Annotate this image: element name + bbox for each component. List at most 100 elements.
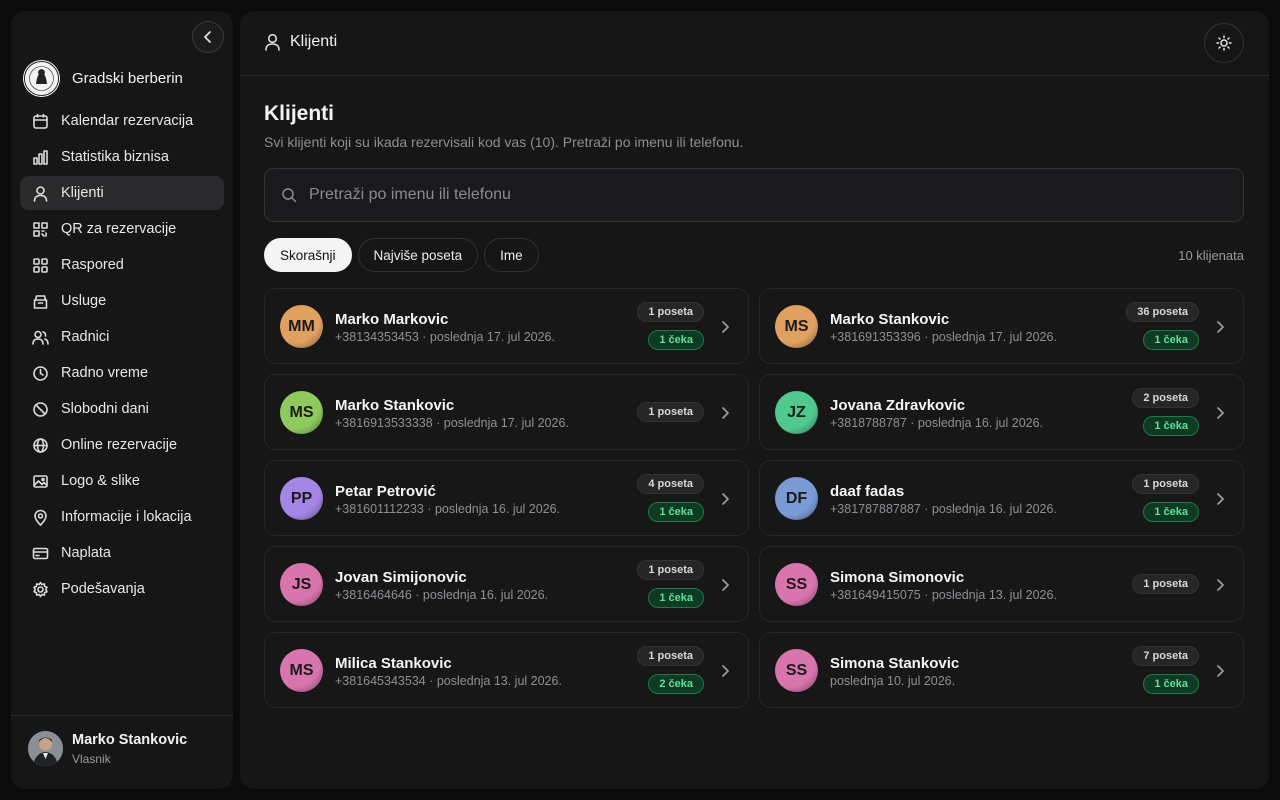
search-input[interactable] <box>309 186 1209 204</box>
user-name: Marko Stankovic <box>72 731 188 748</box>
client-name: Jovana Zdravkovic <box>830 397 966 414</box>
client-meta: +381787887887 · poslednja 16. jul 2026. <box>830 502 1057 516</box>
user-profile[interactable]: Marko Stankovic Vlasnik <box>28 731 187 766</box>
sidebar-item-label: QR za rezervacije <box>61 221 177 237</box>
sidebar-item-statistika-biznisa[interactable]: Statistika biznisa <box>20 140 224 174</box>
brand-name: Gradski berberin <box>72 70 183 87</box>
visits-badge: 36 poseta <box>1126 302 1199 322</box>
sidebar-item-radno-vreme[interactable]: Radno vreme <box>20 356 224 390</box>
sidebar-item-label: Logo & slike <box>61 473 140 489</box>
ban-icon <box>32 401 49 418</box>
chevron-right-icon <box>718 576 732 594</box>
waiting-badge: 1 čeka <box>1143 674 1199 694</box>
client-meta: +38134353453 · poslednja 17. jul 2026. <box>335 330 555 344</box>
client-name: Marko Stankovic <box>830 311 950 328</box>
qr-code-icon <box>32 221 49 238</box>
avatar: MS <box>280 649 323 692</box>
client-meta: +3816913533338 · poslednja 17. jul 2026. <box>335 416 569 430</box>
collapse-sidebar-button[interactable] <box>192 21 224 53</box>
user-role: Vlasnik <box>72 751 111 766</box>
sidebar-item-kalendar-rezervacija[interactable]: Kalendar rezervacija <box>20 104 224 138</box>
tab-most-visits[interactable]: Najviše poseta <box>357 238 479 272</box>
client-card[interactable]: MS Marko Stankovic +3816913533338 · posled… <box>264 374 749 450</box>
waiting-badge: 1 čeka <box>1143 502 1199 522</box>
users-icon <box>32 329 49 346</box>
sidebar-item-qr-za-rezervacije[interactable]: QR za rezervacije <box>20 212 224 246</box>
visits-badge: 1 poseta <box>637 302 704 322</box>
client-badges: 1 poseta 1 čeka <box>624 547 704 621</box>
chevron-right-icon <box>1213 576 1227 594</box>
sidebar-item-online-rezervacije[interactable]: Online rezervacije <box>20 428 224 462</box>
map-pin-icon <box>32 509 49 526</box>
sidebar-item-radnici[interactable]: Radnici <box>20 320 224 354</box>
client-card[interactable]: MS Milica Stankovic +381645343534 · posled… <box>264 632 749 708</box>
top-bar: Klijenti <box>240 11 1269 76</box>
sidebar-item-usluge[interactable]: Usluge <box>20 284 224 318</box>
client-badges: 1 poseta 1 čeka <box>1119 461 1199 535</box>
client-card[interactable]: MM Marko Markovic +38134353453 · poslednja… <box>264 288 749 364</box>
sidebar-item-label: Podešavanja <box>61 581 145 597</box>
sidebar-divider <box>11 715 233 716</box>
client-card[interactable]: DF daaf fadas +381787887887 · poslednja 16… <box>759 460 1244 536</box>
grid-icon <box>32 257 49 274</box>
user-icon <box>265 33 280 51</box>
box-icon <box>32 293 49 310</box>
chevron-right-icon <box>1213 318 1227 336</box>
client-name: Simona Simonovic <box>830 569 965 586</box>
client-meta: poslednja 10. jul 2026. <box>830 674 956 688</box>
visits-badge: 7 poseta <box>1132 646 1199 666</box>
sidebar-item-podešavanja[interactable]: Podešavanja <box>20 572 224 606</box>
visits-badge: 1 poseta <box>1132 574 1199 594</box>
globe-icon <box>32 437 49 454</box>
client-badges: 36 poseta 1 čeka <box>1119 289 1199 363</box>
sidebar-item-label: Usluge <box>61 293 107 309</box>
visits-badge: 2 poseta <box>1132 388 1199 408</box>
sidebar-item-raspored[interactable]: Raspored <box>20 248 224 282</box>
client-meta: +381601112233 · poslednja 16. jul 2026. <box>335 502 561 516</box>
waiting-badge: 1 čeka <box>1143 416 1199 436</box>
client-name: Marko Markovic <box>335 311 449 328</box>
sidebar-item-naplata[interactable]: Naplata <box>20 536 224 570</box>
avatar: PP <box>280 477 323 520</box>
sidebar-item-slobodni-dani[interactable]: Slobodni dani <box>20 392 224 426</box>
sidebar-item-label: Statistika biznisa <box>61 149 169 165</box>
sidebar-item-label: Radno vreme <box>61 365 149 381</box>
sidebar-item-label: Informacije i lokacija <box>61 509 192 525</box>
client-meta: +381649415075 · poslednja 13. jul 2026. <box>830 588 1057 602</box>
sidebar-item-label: Online rezervacije <box>61 437 178 453</box>
search-bar[interactable] <box>264 168 1244 222</box>
client-card[interactable]: JZ Jovana Zdravkovic +3818788787 · posledn… <box>759 374 1244 450</box>
client-count: 10 klijenata <box>1178 248 1244 263</box>
tab-recent[interactable]: Skorašnji <box>264 238 352 272</box>
brand[interactable]: Gradski berberin <box>23 60 183 97</box>
client-card[interactable]: JS Jovan Simijonovic +3816464646 · posledn… <box>264 546 749 622</box>
client-meta: +3816464646 · poslednja 16. jul 2026. <box>335 588 549 602</box>
client-card[interactable]: SS Simona Stankovic poslednja 10. jul 2026… <box>759 632 1244 708</box>
client-name: Milica Stankovic <box>335 655 452 672</box>
client-name: Jovan Simijonovic <box>335 569 467 586</box>
sidebar: Gradski berberin Kalendar rezervacija Sta… <box>11 11 233 789</box>
credit-card-icon <box>32 545 49 562</box>
header-title-label: Klijenti <box>290 33 338 50</box>
avatar: DF <box>775 477 818 520</box>
sidebar-nav: Kalendar rezervacija Statistika biznisa Kl… <box>20 104 224 608</box>
avatar: MM <box>280 305 323 348</box>
sidebar-item-klijenti[interactable]: Klijenti <box>20 176 224 210</box>
visits-badge: 1 poseta <box>637 402 704 422</box>
tab-name[interactable]: Ime <box>484 238 539 272</box>
user-icon <box>32 185 49 202</box>
chevron-right-icon <box>718 490 732 508</box>
waiting-badge: 1 čeka <box>648 502 704 522</box>
theme-toggle-button[interactable] <box>1204 23 1244 63</box>
gear-icon <box>32 581 49 598</box>
client-badges: 4 poseta 1 čeka <box>624 461 704 535</box>
chevron-right-icon <box>718 318 732 336</box>
client-card[interactable]: SS Simona Simonovic +381649415075 · posled… <box>759 546 1244 622</box>
client-card[interactable]: PP Petar Petrović +381601112233 · poslednj… <box>264 460 749 536</box>
avatar: MS <box>280 391 323 434</box>
sidebar-item-logo-slike[interactable]: Logo & slike <box>20 464 224 498</box>
client-card[interactable]: MS Marko Stankovic +381691353396 · posledn… <box>759 288 1244 364</box>
avatar: MS <box>775 305 818 348</box>
sidebar-item-informacije-i-lokacija[interactable]: Informacije i lokacija <box>20 500 224 534</box>
client-meta: +3818788787 · poslednja 16. jul 2026. <box>830 416 1044 430</box>
